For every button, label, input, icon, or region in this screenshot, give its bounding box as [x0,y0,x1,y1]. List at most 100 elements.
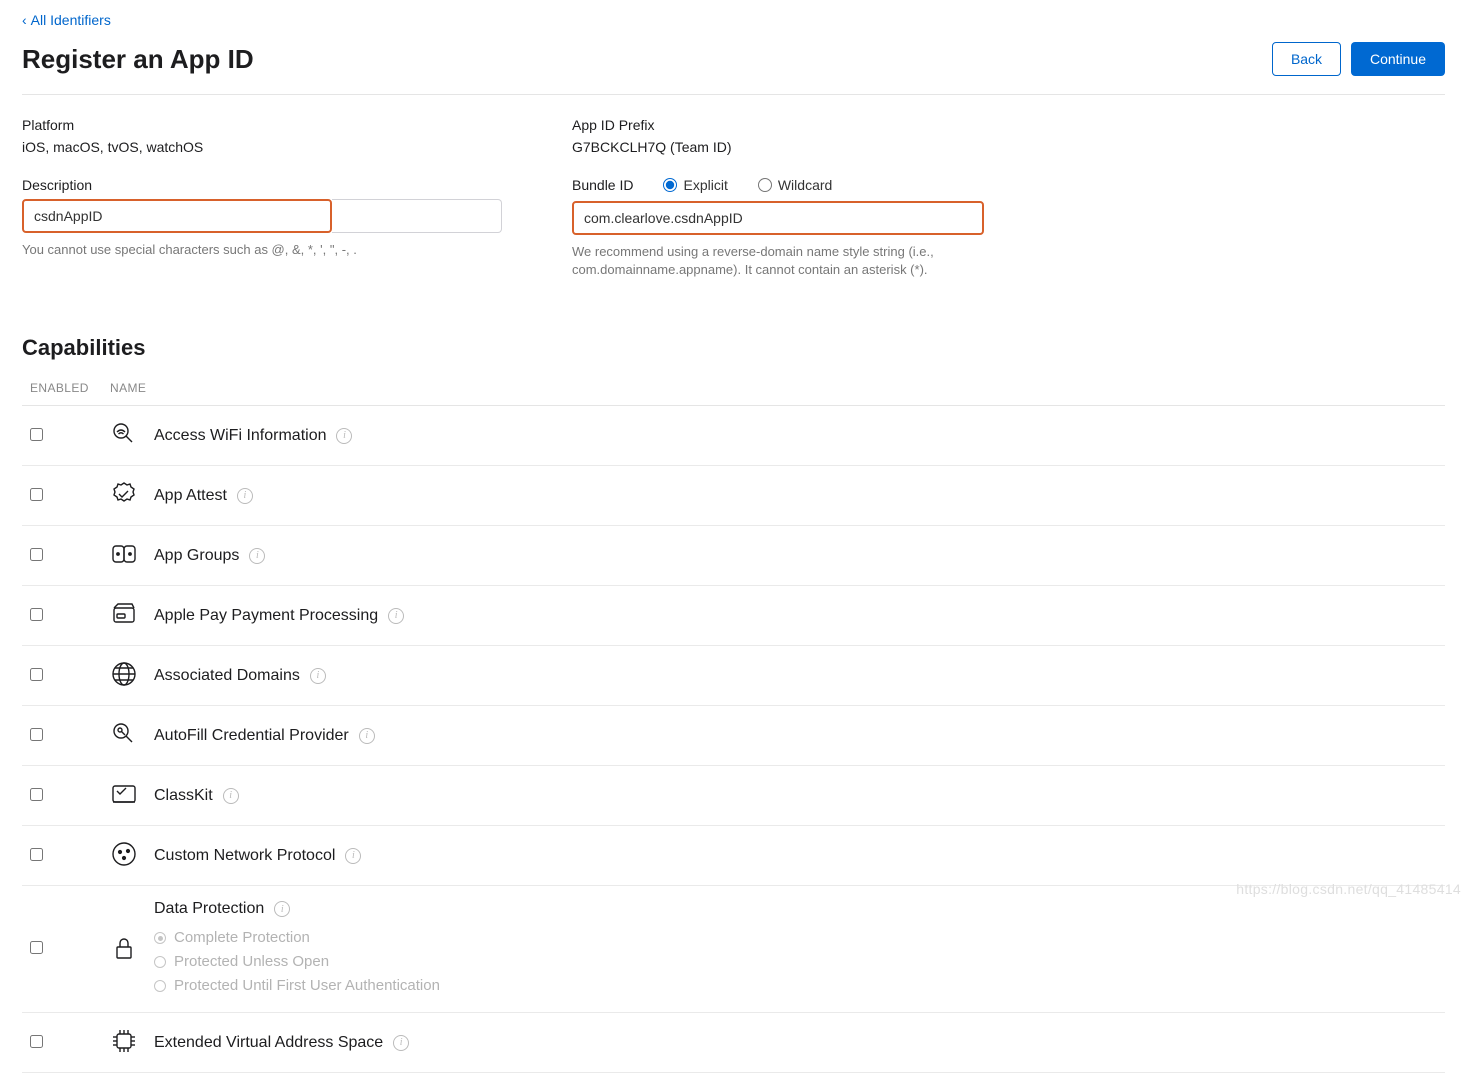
col-header-enabled: ENABLED [22,371,102,406]
chalkboard-icon [110,780,138,808]
info-icon[interactable]: i [249,548,265,564]
capability-row: Associated Domains i [22,646,1445,706]
sub-option-label: Complete Protection [174,926,310,950]
wallet-icon [110,600,138,628]
bundle-hint: We recommend using a reverse-domain name… [572,243,1052,279]
capability-row: App Groups i [22,526,1445,586]
capability-name: Access WiFi Information i [154,427,352,445]
capability-sub-option: Protected Unless Open [154,950,1437,974]
description-highlight [22,199,332,233]
capability-name: App Attesti [154,487,253,505]
capabilities-table: ENABLED NAME Access WiFi InformationiApp… [22,371,1445,1073]
capability-name: Extended Virtual Address Space i [154,1034,409,1052]
prefix-field: App ID Prefix G7BCKCLH7Q (Team ID) [572,117,1052,155]
capability-row: Apple Pay Payment Processingi [22,586,1445,646]
bundle-wildcard-label: Wildcard [778,177,832,193]
info-icon[interactable]: i [310,668,326,684]
capability-enable-checkbox[interactable] [30,848,43,861]
capability-enable-checkbox[interactable] [30,728,43,741]
bundle-field: Bundle ID Explicit Wildcard We recommend… [572,177,1052,279]
description-hint: You cannot use special characters such a… [22,241,502,259]
sub-option-radio [154,956,166,968]
capability-enable-checkbox[interactable] [30,488,43,501]
bundle-radio-row: Bundle ID Explicit Wildcard [572,177,1052,193]
platform-value: iOS, macOS, tvOS, watchOS [22,139,502,155]
back-button[interactable]: Back [1272,42,1341,76]
capability-name-text: ClassKit [154,787,213,805]
platform-field: Platform iOS, macOS, tvOS, watchOS [22,117,502,155]
capability-row: App Attesti [22,466,1445,526]
capability-name: ClassKit i [154,787,239,805]
bundle-wildcard-radio[interactable]: Wildcard [758,177,832,193]
bundle-label: Bundle ID [572,177,633,193]
info-icon[interactable]: i [393,1035,409,1051]
form-columns: Platform iOS, macOS, tvOS, watchOS Descr… [22,117,1445,301]
info-icon[interactable]: i [359,728,375,744]
prefix-label: App ID Prefix [572,117,1052,133]
lock-icon [110,934,138,962]
key-search-icon [110,720,138,748]
capability-enable-checkbox[interactable] [30,788,43,801]
capability-enable-checkbox[interactable] [30,608,43,621]
capability-name-text: App Groups [154,547,239,565]
prefix-value: G7BCKCLH7Q (Team ID) [572,139,1052,155]
info-icon[interactable]: i [336,428,352,444]
capability-name-text: Data Protection [154,900,264,918]
form-right-column: App ID Prefix G7BCKCLH7Q (Team ID) Bundl… [572,117,1052,301]
badge-check-icon [110,480,138,508]
capability-enable-checkbox[interactable] [30,428,43,441]
capability-name: AutoFill Credential Provider i [154,727,375,745]
info-icon[interactable]: i [223,788,239,804]
header: Register an App ID Back Continue [22,42,1445,95]
description-input-extension [332,199,502,233]
capability-name: Custom Network Protocol i [154,847,361,865]
capability-name: App Groups i [154,547,265,565]
capability-sub-option: Complete Protection [154,926,1437,950]
info-icon[interactable]: i [237,488,253,504]
capability-enable-checkbox[interactable] [30,548,43,561]
description-input[interactable] [24,201,330,231]
capability-enable-checkbox[interactable] [30,1035,43,1048]
chevron-left-icon: ‹ [22,12,27,28]
capability-row: Custom Network Protocol i [22,826,1445,886]
nodes-icon [110,840,138,868]
capability-row: Data ProtectioniComplete ProtectionProte… [22,886,1445,1013]
capability-sub-option: Protected Until First User Authenticatio… [154,974,1437,998]
chip-icon [110,1027,138,1055]
capability-name: Associated Domains i [154,667,326,685]
capability-enable-checkbox[interactable] [30,941,43,954]
platform-label: Platform [22,117,502,133]
sub-option-radio [154,932,166,944]
all-identifiers-label: All Identifiers [31,12,111,28]
bundle-input[interactable] [574,203,982,233]
bundle-explicit-radio[interactable]: Explicit [663,177,727,193]
bundle-explicit-label: Explicit [683,177,727,193]
continue-button[interactable]: Continue [1351,42,1445,76]
info-icon[interactable]: i [345,848,361,864]
capability-name-text: Extended Virtual Address Space [154,1034,383,1052]
capability-row: Extended Virtual Address Space i [22,1013,1445,1073]
watermark: https://blog.csdn.net/qq_41485414 [1236,881,1461,897]
sub-option-label: Protected Unless Open [174,950,329,974]
info-icon[interactable]: i [388,608,404,624]
sub-option-radio [154,980,166,992]
description-field: Description You cannot use special chara… [22,177,502,259]
all-identifiers-link[interactable]: ‹ All Identifiers [22,12,111,28]
capability-enable-checkbox[interactable] [30,668,43,681]
capability-sub-options: Complete ProtectionProtected Unless Open… [154,926,1437,998]
capability-name-text: Associated Domains [154,667,300,685]
bundle-highlight [572,201,984,235]
page-title: Register an App ID [22,44,254,75]
info-icon[interactable]: i [274,901,290,917]
capability-name: Data Protection i [154,900,290,918]
capability-name: Apple Pay Payment Processingi [154,607,404,625]
header-actions: Back Continue [1272,42,1445,76]
capability-name-text: AutoFill Credential Provider [154,727,349,745]
capability-name-text: Custom Network Protocol [154,847,335,865]
wifi-search-icon [110,420,138,448]
description-label: Description [22,177,502,193]
form-left-column: Platform iOS, macOS, tvOS, watchOS Descr… [22,117,502,301]
capability-name-text: Access WiFi Information [154,427,326,445]
capability-row: Access WiFi Information i [22,406,1445,466]
groups-icon [110,540,138,568]
